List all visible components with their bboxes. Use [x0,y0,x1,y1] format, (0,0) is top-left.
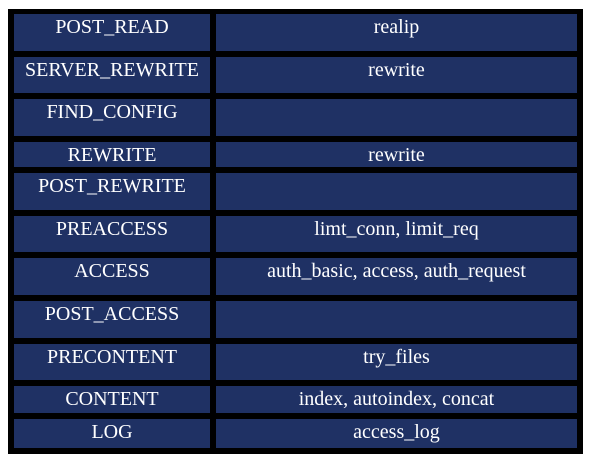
module-cell-find-config [216,99,577,136]
phase-cell-rewrite: REWRITE [14,142,210,167]
module-cell-preaccess: limt_conn, limit_req [216,216,577,252]
module-cell-access: auth_basic, access, auth_request [216,258,577,295]
phase-cell-post-rewrite: POST_REWRITE [14,173,210,210]
phase-module-table: POST_READ realip SERVER_REWRITE rewrite … [8,9,583,454]
module-cell-post-read: realip [216,14,577,51]
phase-cell-post-read: POST_READ [14,14,210,51]
phase-cell-server-rewrite: SERVER_REWRITE [14,57,210,93]
phase-cell-precontent: PRECONTENT [14,344,210,380]
module-cell-post-rewrite [216,173,577,210]
module-cell-server-rewrite: rewrite [216,57,577,93]
phase-cell-log: LOG [14,419,210,448]
module-cell-rewrite: rewrite [216,142,577,167]
phase-cell-post-access: POST_ACCESS [14,301,210,338]
module-cell-precontent: try_files [216,344,577,380]
module-cell-post-access [216,301,577,338]
module-cell-log: access_log [216,419,577,448]
phase-cell-content: CONTENT [14,386,210,413]
phase-cell-access: ACCESS [14,258,210,295]
phase-cell-preaccess: PREACCESS [14,216,210,252]
module-cell-content: index, autoindex, concat [216,386,577,413]
phase-cell-find-config: FIND_CONFIG [14,99,210,136]
